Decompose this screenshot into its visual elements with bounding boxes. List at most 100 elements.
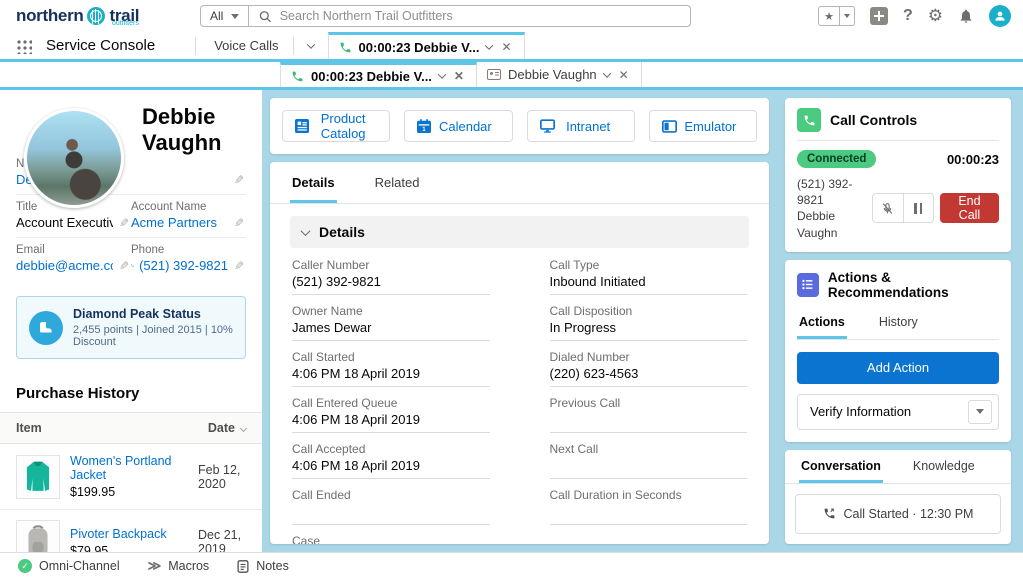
- field-value: In Progress: [549, 320, 616, 335]
- field-label: Owner Name: [292, 304, 363, 318]
- notes-button[interactable]: Notes: [237, 559, 289, 573]
- subtab-chevron-icon[interactable]: [437, 70, 447, 79]
- column-date[interactable]: Date: [208, 421, 248, 435]
- field-dialed-number: Dialed Number (220) 623-4563: [549, 350, 747, 387]
- contact-panel: Debbie Vaughn Name Debbie Vaughn Title A…: [0, 90, 262, 552]
- search-input[interactable]: [279, 9, 681, 23]
- action-dropdown-button[interactable]: [968, 399, 992, 424]
- purchase-item-link[interactable]: Women's Portland Jacket: [70, 454, 188, 482]
- edit-pencil-icon[interactable]: [119, 259, 129, 273]
- column-item[interactable]: Item: [16, 421, 208, 435]
- call-started-event: Call Started · 12:30 PM: [804, 495, 992, 533]
- hold-button[interactable]: [902, 194, 933, 223]
- field-next-call: Next Call: [549, 442, 747, 479]
- notifications-bell-icon[interactable]: [958, 8, 974, 24]
- setup-gear-icon[interactable]: [928, 6, 943, 26]
- object-tab-dropdown-icon[interactable]: [294, 32, 328, 59]
- phone-number-link[interactable]: (521) 392-9821: [139, 258, 228, 273]
- subtab-chevron-icon[interactable]: [602, 68, 611, 78]
- edit-pencil-icon[interactable]: [234, 259, 244, 273]
- section-title: Details: [319, 224, 365, 240]
- call-toggle-group: [871, 193, 934, 224]
- macros-button[interactable]: Macros: [148, 558, 209, 574]
- help-icon[interactable]: [903, 7, 913, 25]
- search-scope-select[interactable]: All: [200, 5, 249, 27]
- global-add-icon[interactable]: [869, 7, 888, 25]
- purchase-price: $79.95: [70, 543, 109, 553]
- field-value-link[interactable]: debbie@acme.com: [16, 258, 113, 273]
- subtab-call[interactable]: 00:00:23 Debbie V...: [280, 62, 477, 87]
- purchase-price: $199.95: [70, 485, 116, 499]
- subtab-close-icon[interactable]: [617, 68, 631, 82]
- field-value-phone[interactable]: (521) 392-9821: [131, 258, 228, 273]
- global-search: All: [200, 5, 692, 27]
- mute-button[interactable]: [873, 194, 903, 222]
- action-item-label: Verify Information: [810, 404, 912, 420]
- chat-transcript: Call Started · 12:30 PM Hello Debbie! Fr…: [795, 493, 1001, 534]
- intranet-button[interactable]: Intranet: [526, 110, 635, 142]
- verify-information-item[interactable]: Verify Information: [797, 393, 999, 430]
- scope-dropdown-icon: [231, 13, 240, 19]
- conversation-tabs: Conversation Knowledge: [785, 450, 1011, 484]
- actions-recommendations-card: Actions & Recommendations Actions Histor…: [785, 259, 1011, 442]
- subtab-close-icon[interactable]: [452, 69, 466, 83]
- field-value-link[interactable]: Acme Partners: [131, 215, 228, 230]
- field-value: Inbound Initiated: [549, 274, 646, 289]
- purchase-info: Pivoter Backpack $79.95: [70, 527, 188, 553]
- workspace-tab-call[interactable]: 00:00:23 Debbie V...: [327, 32, 525, 59]
- object-tab-voice-calls[interactable]: Voice Calls: [196, 32, 292, 59]
- tab-history[interactable]: History: [877, 306, 920, 339]
- field-value: (521) 392-9821: [292, 274, 381, 289]
- sort-chevron-icon: [239, 424, 248, 432]
- user-avatar[interactable]: [989, 5, 1011, 27]
- calendar-button[interactable]: 1 Calendar: [404, 110, 513, 142]
- purchase-date: Feb 12, 2020: [198, 462, 241, 491]
- field-case: Case: [292, 534, 490, 544]
- console-nav-bar: Service Console Voice Calls 00:00:23 Deb…: [0, 32, 1023, 62]
- purchase-history-title: Purchase History: [16, 385, 140, 402]
- contact-card-icon: [486, 69, 501, 80]
- details-section-header[interactable]: Details: [290, 216, 749, 248]
- tab-conversation[interactable]: Conversation: [799, 450, 883, 483]
- app-launcher-icon[interactable]: [16, 37, 32, 54]
- edit-pencil-icon[interactable]: [234, 173, 244, 187]
- subtab-contact[interactable]: Debbie Vaughn: [477, 62, 642, 87]
- dropdown-triangle-icon: [976, 409, 984, 415]
- logo-word-1: northern: [16, 6, 84, 25]
- favorites-dropdown-icon[interactable]: [838, 7, 854, 25]
- end-call-button[interactable]: End Call: [939, 193, 999, 224]
- purchase-item-link[interactable]: Pivoter Backpack: [70, 527, 188, 541]
- call-actions-row: (521) 392-9821 Debbie Vaughn End Call: [797, 176, 999, 241]
- tab-knowledge[interactable]: Knowledge: [911, 450, 977, 483]
- emulator-button[interactable]: Emulator: [648, 110, 757, 142]
- purchase-date: Dec 21, 2019: [198, 528, 242, 552]
- loyalty-details: 2,455 points | Joined 2015 | 10% Discoun…: [73, 324, 233, 348]
- favorites-control[interactable]: [818, 6, 855, 26]
- subtab-call-label: 00:00:23 Debbie V...: [311, 68, 432, 84]
- field-value: 4:06 PM 18 April 2019: [292, 412, 420, 427]
- connected-status-badge: Connected: [797, 150, 877, 168]
- phone-icon: [340, 42, 350, 52]
- field-value: 4:06 PM 18 April 2019: [292, 366, 420, 381]
- edit-pencil-icon[interactable]: [119, 216, 129, 230]
- call-status-row: Connected 00:00:23: [797, 150, 999, 168]
- tab-chevron-icon[interactable]: [485, 41, 494, 50]
- backpack-image: [28, 525, 48, 552]
- tab-details[interactable]: Details: [290, 162, 337, 203]
- mic-muted-icon: [883, 203, 893, 214]
- emulator-icon: [661, 119, 677, 133]
- favorite-star-icon[interactable]: [819, 10, 839, 23]
- field-value-link[interactable]: James Dewar: [292, 320, 490, 337]
- calendar-icon: 1: [417, 119, 432, 133]
- add-action-button[interactable]: Add Action: [797, 351, 999, 384]
- field-value: Account Executive: [16, 215, 113, 230]
- call-record-card: Details Related Details Caller Number (5…: [270, 162, 769, 544]
- tab-actions[interactable]: Actions: [797, 306, 847, 339]
- svg-text:1: 1: [423, 126, 427, 133]
- field-label: Email: [16, 244, 45, 256]
- product-catalog-button[interactable]: Product Catalog: [282, 110, 391, 142]
- omni-channel-button[interactable]: Omni-Channel: [18, 559, 120, 573]
- tab-related[interactable]: Related: [373, 162, 422, 203]
- edit-pencil-icon[interactable]: [234, 216, 244, 230]
- tab-close-icon[interactable]: [499, 40, 513, 54]
